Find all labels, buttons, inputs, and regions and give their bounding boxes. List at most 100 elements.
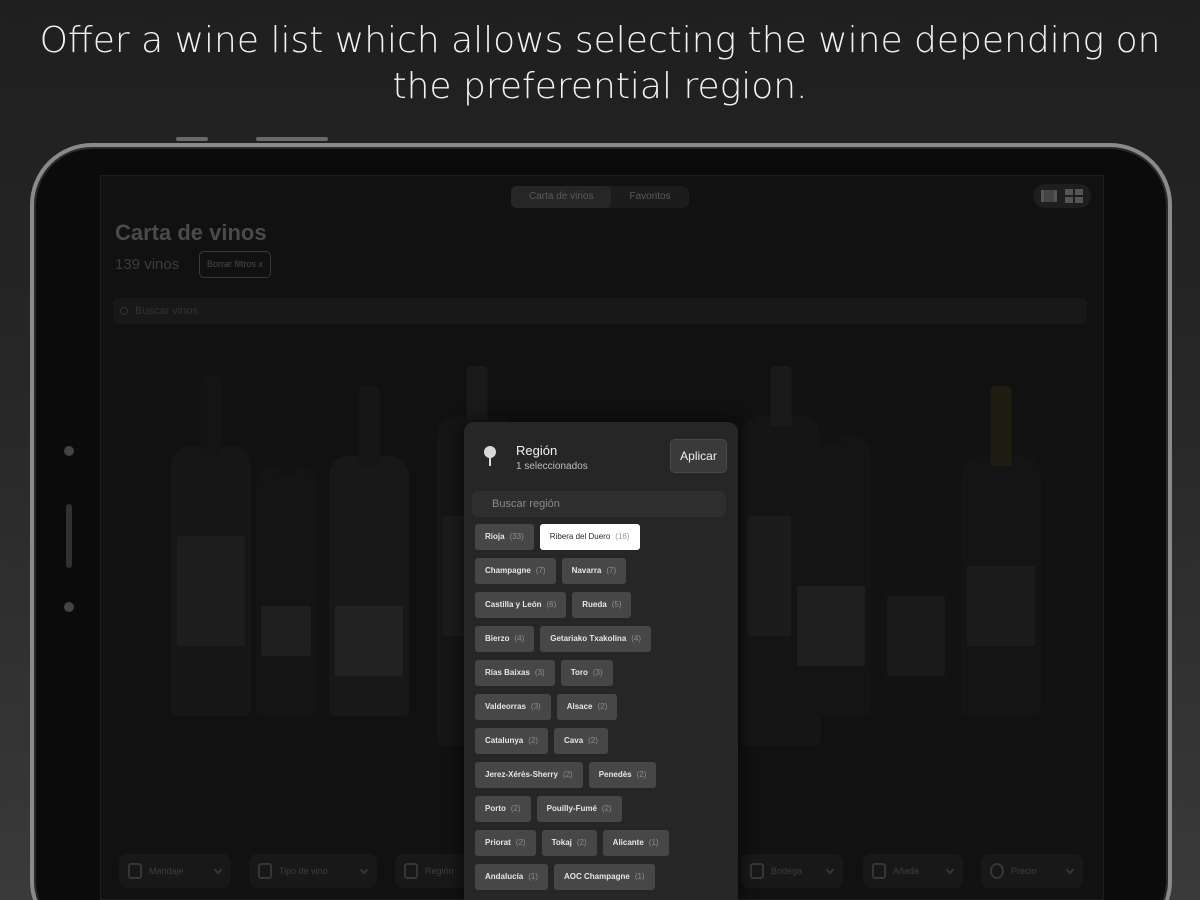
- chip-label: Champagne: [485, 566, 531, 575]
- power-button: [256, 137, 328, 141]
- segmented-control: Carta de vinos Favoritos: [511, 186, 689, 208]
- chip-label: Alsace: [566, 702, 593, 711]
- region-chip[interactable]: Catalunya (2): [475, 728, 549, 754]
- home-slot: [66, 504, 72, 568]
- wine-bottle[interactable]: [329, 386, 409, 716]
- region-chip[interactable]: Navarra (7): [561, 558, 627, 584]
- region-chip[interactable]: Rioja (33): [475, 524, 534, 550]
- popover-title: Región: [516, 443, 558, 458]
- clear-filters-button[interactable]: Borrar filtros x: [199, 251, 272, 278]
- region-chip[interactable]: Champagne (7): [475, 558, 556, 584]
- front-camera: [64, 446, 74, 456]
- chevron-down-icon: [359, 865, 369, 875]
- wine-bottle[interactable]: [256, 396, 316, 716]
- wine-search-placeholder: Buscar vinos: [135, 305, 198, 317]
- chip-count: (2): [510, 804, 521, 813]
- grid-view-icon[interactable]: [1065, 189, 1083, 203]
- filter-tipo-de-vino[interactable]: Tipo de vino: [249, 854, 377, 888]
- region-chip[interactable]: Rueda (5): [572, 592, 632, 618]
- region-chip[interactable]: Getariako Txakolina (4): [540, 626, 652, 652]
- region-chip[interactable]: Cava (2): [554, 728, 608, 754]
- region-chip[interactable]: Porto (2): [475, 796, 531, 822]
- region-chip-list: Rioja (33) Ribera del Duero (16) Champagne…: [475, 524, 731, 898]
- chip-count: (2): [601, 804, 612, 813]
- tab-carta-de-vinos[interactable]: Carta de vinos: [511, 186, 612, 208]
- wine-bottle[interactable]: [961, 386, 1041, 716]
- region-chip[interactable]: Toro (3): [560, 660, 613, 686]
- chip-count: (2): [597, 702, 608, 711]
- filter-label: Bodega: [771, 866, 803, 876]
- chip-count: (1): [634, 872, 645, 881]
- region-chip[interactable]: AOC Champagne (1): [554, 864, 655, 890]
- headline-line-1: Offer a wine list which allows selecting…: [39, 20, 1161, 61]
- region-search-input[interactable]: Buscar región: [472, 491, 726, 517]
- wine-glass-icon: [258, 863, 272, 879]
- filter-precio[interactable]: Precio: [981, 854, 1083, 888]
- chip-label: Rías Baixas: [485, 668, 530, 677]
- search-icon: [120, 307, 128, 315]
- headline-line-2: the preferential region.: [392, 66, 808, 107]
- filter-maridaje[interactable]: Maridaje: [119, 854, 231, 888]
- chip-count: (6): [546, 600, 557, 609]
- region-chip[interactable]: Alicante (1): [602, 830, 669, 856]
- chip-count: (16): [615, 532, 630, 541]
- chip-label: AOC Champagne: [564, 872, 630, 881]
- calendar-icon: [872, 863, 886, 879]
- wine-bottle[interactable]: [881, 396, 951, 716]
- chip-label: Jerez-Xérès-Sherry: [485, 770, 558, 779]
- wine-search-input[interactable]: Buscar vinos: [113, 298, 1087, 324]
- chip-count: (4): [514, 634, 525, 643]
- chip-label: Andalucía: [485, 872, 524, 881]
- chip-label: Rueda: [582, 600, 607, 609]
- region-chip[interactable]: Bierzo (4): [475, 626, 535, 652]
- region-chip[interactable]: Tokaj (2): [541, 830, 597, 856]
- tab-favoritos[interactable]: Favoritos: [611, 186, 688, 208]
- wine-bottle[interactable]: [791, 366, 871, 716]
- chip-label: Valdeorras: [485, 702, 526, 711]
- chip-count: (1): [528, 872, 539, 881]
- chip-count: (5): [611, 600, 622, 609]
- sensor-dot: [64, 602, 74, 612]
- page-title: Carta de vinos: [115, 220, 267, 245]
- region-chip[interactable]: Alsace (2): [556, 694, 618, 720]
- chip-count: (4): [631, 634, 642, 643]
- region-chip[interactable]: Jerez-Xérès-Sherry (2): [475, 762, 583, 788]
- carousel-view-icon[interactable]: [1041, 190, 1057, 202]
- region-chip-selected[interactable]: Ribera del Duero (16): [539, 524, 640, 550]
- region-chip[interactable]: Rías Baixas (3): [475, 660, 555, 686]
- region-chip[interactable]: Andalucía (1): [475, 864, 549, 890]
- wine-count: 139 vinos: [115, 256, 180, 273]
- volume-button: [176, 137, 208, 141]
- wine-bottle[interactable]: [171, 376, 251, 716]
- filter-label: Región: [425, 866, 454, 876]
- chip-label: Ribera del Duero: [549, 532, 611, 541]
- chip-label: Rioja: [485, 532, 505, 541]
- region-chip[interactable]: Penedès (2): [588, 762, 657, 788]
- chip-count: (3): [530, 702, 541, 711]
- chip-count: (3): [534, 668, 545, 677]
- chip-count: (2): [515, 838, 526, 847]
- view-toggle[interactable]: [1033, 184, 1091, 208]
- chip-label: Navarra: [571, 566, 602, 575]
- chevron-down-icon: [945, 865, 955, 875]
- filter-bodega[interactable]: Bodega: [741, 854, 843, 888]
- region-chip[interactable]: Castilla y León (6): [475, 592, 567, 618]
- chip-count: (1): [648, 838, 659, 847]
- pin-icon: [404, 863, 418, 879]
- chevron-down-icon: [1065, 865, 1075, 875]
- chip-label: Toro: [570, 668, 588, 677]
- filter-anada[interactable]: Añada: [863, 854, 963, 888]
- chip-label: Porto: [485, 804, 506, 813]
- chevron-down-icon: [825, 865, 835, 875]
- apply-button[interactable]: Aplicar: [670, 439, 727, 473]
- filter-label: Maridaje: [149, 866, 184, 876]
- chip-label: Tokaj: [551, 838, 572, 847]
- popover-subtitle: 1 seleccionados: [516, 461, 588, 472]
- region-chip[interactable]: Valdeorras (3): [475, 694, 551, 720]
- chip-label: Getariako Txakolina: [550, 634, 627, 643]
- cutlery-icon: [128, 863, 142, 879]
- region-chip[interactable]: Pouilly-Fumé (2): [536, 796, 622, 822]
- headline: Offer a wine list which allows selecting…: [0, 18, 1200, 110]
- chip-label: Alicante: [612, 838, 644, 847]
- region-chip[interactable]: Priorat (2): [475, 830, 536, 856]
